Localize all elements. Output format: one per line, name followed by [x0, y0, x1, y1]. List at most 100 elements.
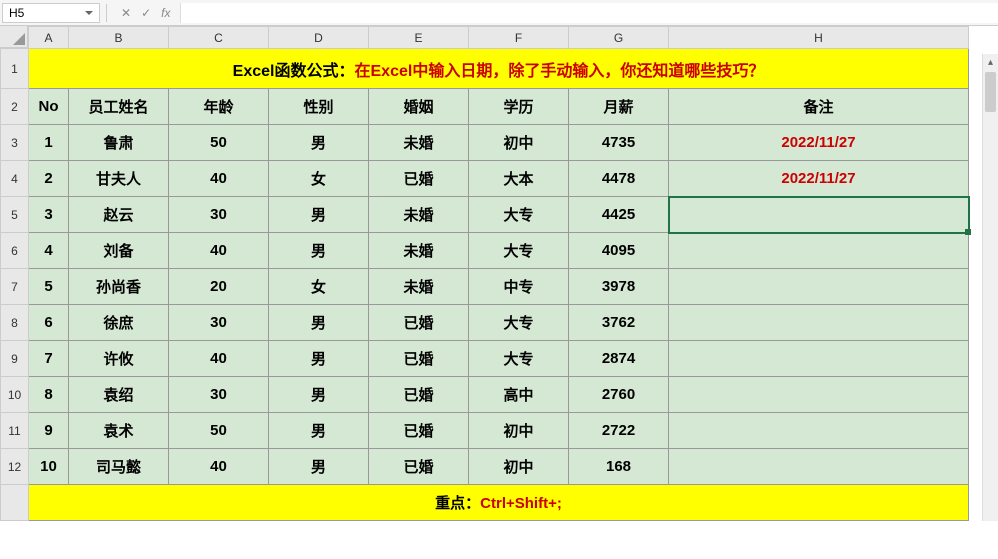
cell-no[interactable]: 9 — [29, 413, 69, 449]
cell-marriage[interactable]: 已婚 — [369, 449, 469, 485]
row-header-8[interactable]: 8 — [1, 305, 29, 341]
cell-gender[interactable]: 男 — [269, 341, 369, 377]
col-header-A[interactable]: A — [29, 27, 69, 49]
cell-education[interactable]: 高中 — [469, 377, 569, 413]
cell-age[interactable]: 40 — [169, 341, 269, 377]
cell-gender[interactable]: 男 — [269, 449, 369, 485]
cell-name[interactable]: 徐庶 — [69, 305, 169, 341]
cell-age[interactable]: 30 — [169, 377, 269, 413]
cell-remark[interactable] — [669, 269, 969, 305]
cell-marriage[interactable]: 未婚 — [369, 125, 469, 161]
cell-age[interactable]: 40 — [169, 449, 269, 485]
cell-age[interactable]: 50 — [169, 413, 269, 449]
select-all-corner[interactable] — [1, 27, 29, 49]
cell-marriage[interactable]: 未婚 — [369, 197, 469, 233]
header-no[interactable]: No — [29, 89, 69, 125]
col-header-E[interactable]: E — [369, 27, 469, 49]
name-box[interactable]: H5 — [2, 3, 100, 23]
cell-remark[interactable] — [669, 413, 969, 449]
row-header-13[interactable] — [1, 485, 29, 521]
cancel-icon[interactable]: ✕ — [121, 6, 131, 20]
cell-name[interactable]: 司马懿 — [69, 449, 169, 485]
cell-no[interactable]: 4 — [29, 233, 69, 269]
cell-education[interactable]: 大专 — [469, 233, 569, 269]
cell-education[interactable]: 大专 — [469, 197, 569, 233]
col-header-F[interactable]: F — [469, 27, 569, 49]
cell-education[interactable]: 初中 — [469, 449, 569, 485]
row-header-11[interactable]: 11 — [1, 413, 29, 449]
row-header-7[interactable]: 7 — [1, 269, 29, 305]
cell-gender[interactable]: 女 — [269, 161, 369, 197]
scroll-thumb[interactable] — [985, 72, 996, 112]
cell-education[interactable]: 初中 — [469, 125, 569, 161]
cell-name[interactable]: 鲁肃 — [69, 125, 169, 161]
header-gender[interactable]: 性别 — [269, 89, 369, 125]
cell-no[interactable]: 8 — [29, 377, 69, 413]
cell-marriage[interactable]: 已婚 — [369, 161, 469, 197]
col-header-H[interactable]: H — [669, 27, 969, 49]
formula-input[interactable] — [180, 3, 998, 23]
cell-name[interactable]: 甘夫人 — [69, 161, 169, 197]
col-header-D[interactable]: D — [269, 27, 369, 49]
cell-name[interactable]: 袁术 — [69, 413, 169, 449]
cell-salary[interactable]: 3978 — [569, 269, 669, 305]
cell-age[interactable]: 20 — [169, 269, 269, 305]
cell-no[interactable]: 5 — [29, 269, 69, 305]
cell-marriage[interactable]: 已婚 — [369, 413, 469, 449]
cell-name[interactable]: 袁绍 — [69, 377, 169, 413]
cell-marriage[interactable]: 未婚 — [369, 233, 469, 269]
cell-name[interactable]: 孙尚香 — [69, 269, 169, 305]
fx-icon[interactable]: fx — [161, 6, 170, 20]
cell-marriage[interactable]: 已婚 — [369, 377, 469, 413]
header-name[interactable]: 员工姓名 — [69, 89, 169, 125]
cell-gender[interactable]: 男 — [269, 377, 369, 413]
row-header-4[interactable]: 4 — [1, 161, 29, 197]
row-header-5[interactable]: 5 — [1, 197, 29, 233]
cell-remark[interactable]: 2022/11/27 — [669, 125, 969, 161]
cell-salary[interactable]: 4425 — [569, 197, 669, 233]
cell-remark[interactable]: 2022/11/27 — [669, 161, 969, 197]
row-header-6[interactable]: 6 — [1, 233, 29, 269]
cell-age[interactable]: 40 — [169, 161, 269, 197]
cell-remark[interactable] — [669, 305, 969, 341]
cell-remark-selected[interactable] — [669, 197, 969, 233]
footer-cell[interactable]: 重点：Ctrl+Shift+; — [29, 485, 969, 521]
cell-salary[interactable]: 4095 — [569, 233, 669, 269]
confirm-icon[interactable]: ✓ — [141, 6, 151, 20]
cell-gender[interactable]: 男 — [269, 305, 369, 341]
scroll-up-icon[interactable]: ▴ — [983, 54, 998, 70]
cell-remark[interactable] — [669, 449, 969, 485]
header-remark[interactable]: 备注 — [669, 89, 969, 125]
row-header-3[interactable]: 3 — [1, 125, 29, 161]
cell-remark[interactable] — [669, 233, 969, 269]
cell-salary[interactable]: 2874 — [569, 341, 669, 377]
cell-gender[interactable]: 男 — [269, 197, 369, 233]
cell-age[interactable]: 30 — [169, 305, 269, 341]
cell-gender[interactable]: 男 — [269, 413, 369, 449]
cell-remark[interactable] — [669, 341, 969, 377]
cell-education[interactable]: 大专 — [469, 305, 569, 341]
cell-gender[interactable]: 女 — [269, 269, 369, 305]
header-marriage[interactable]: 婚姻 — [369, 89, 469, 125]
cell-age[interactable]: 40 — [169, 233, 269, 269]
cell-salary[interactable]: 3762 — [569, 305, 669, 341]
header-education[interactable]: 学历 — [469, 89, 569, 125]
cell-no[interactable]: 6 — [29, 305, 69, 341]
cell-marriage[interactable]: 未婚 — [369, 269, 469, 305]
cell-no[interactable]: 7 — [29, 341, 69, 377]
row-header-10[interactable]: 10 — [1, 377, 29, 413]
row-header-12[interactable]: 12 — [1, 449, 29, 485]
cell-remark[interactable] — [669, 377, 969, 413]
cell-education[interactable]: 中专 — [469, 269, 569, 305]
cell-salary[interactable]: 2760 — [569, 377, 669, 413]
cell-salary[interactable]: 168 — [569, 449, 669, 485]
cell-education[interactable]: 大专 — [469, 341, 569, 377]
title-cell[interactable]: Excel函数公式：在Excel中输入日期，除了手动输入，你还知道哪些技巧？ — [29, 49, 969, 89]
cell-education[interactable]: 初中 — [469, 413, 569, 449]
cell-no[interactable]: 1 — [29, 125, 69, 161]
cell-age[interactable]: 50 — [169, 125, 269, 161]
cell-name[interactable]: 刘备 — [69, 233, 169, 269]
cell-name[interactable]: 赵云 — [69, 197, 169, 233]
vertical-scrollbar[interactable]: ▴ — [982, 54, 998, 521]
row-header-2[interactable]: 2 — [1, 89, 29, 125]
